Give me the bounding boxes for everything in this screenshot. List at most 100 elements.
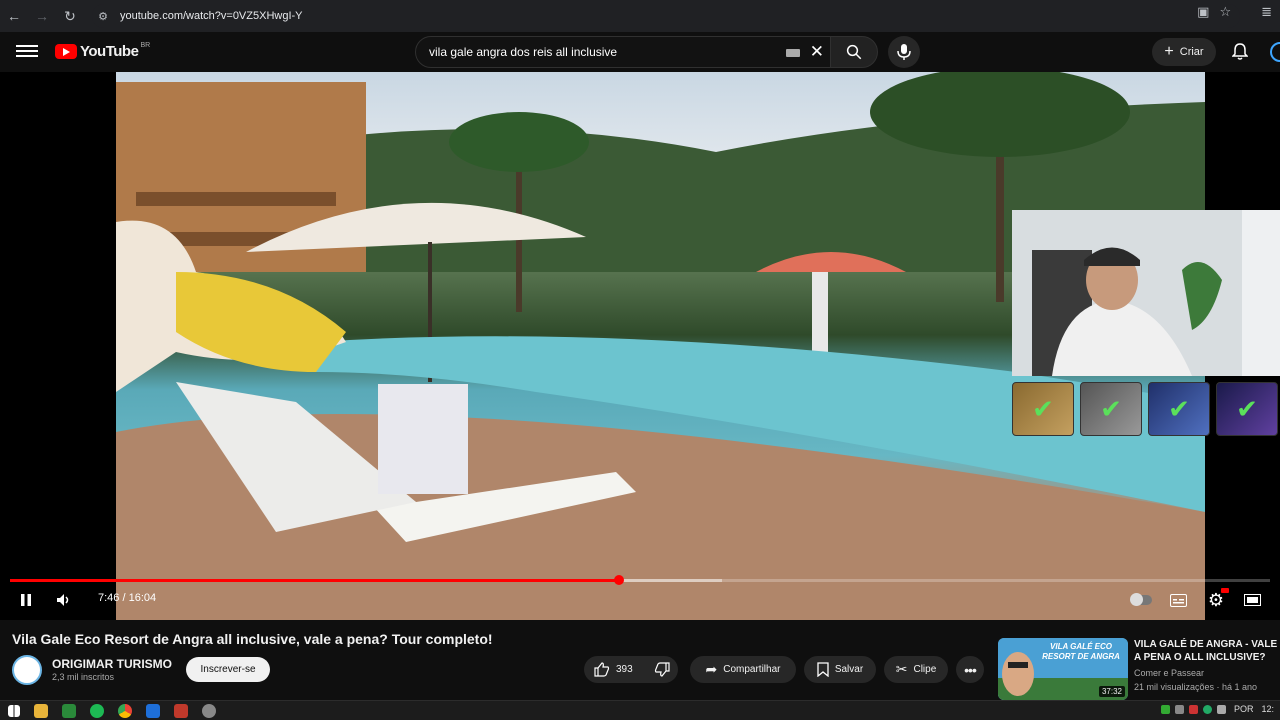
recommended-thumbnail[interactable]: VILA GALÉ ECO RESORT DE ANGRA 37:32 — [998, 638, 1128, 700]
plus-icon: + — [1164, 43, 1174, 60]
tray-app-icon[interactable] — [1174, 704, 1184, 714]
tray-app-icon[interactable] — [1188, 704, 1198, 714]
spotify-icon[interactable] — [90, 703, 104, 718]
youtube-play-icon — [55, 44, 77, 59]
played-bar — [10, 579, 620, 582]
reading-list-icon[interactable]: ≣ — [1261, 4, 1272, 20]
channel-avatar[interactable] — [12, 655, 42, 685]
chrome-icon[interactable] — [118, 703, 132, 718]
youtube-header: YouTube BR vila gale angra dos reis all … — [0, 32, 1280, 72]
more-horizontal-icon: ••• — [964, 661, 977, 678]
reload-icon[interactable]: ↻ — [56, 2, 84, 30]
search-icon — [846, 44, 862, 60]
hamburger-menu-icon[interactable] — [16, 42, 38, 62]
bookmark-icon — [817, 662, 829, 677]
checkmark-icon: ✔ — [1032, 393, 1054, 424]
volume-icon — [57, 594, 69, 606]
more-actions-button[interactable]: ••• — [956, 656, 984, 683]
search-button[interactable] — [830, 36, 878, 68]
language-indicator[interactable]: POR — [1234, 704, 1254, 714]
app-icon-4[interactable] — [202, 703, 216, 718]
time-separator: / — [122, 592, 126, 604]
voice-search-button[interactable] — [888, 36, 920, 68]
overlay-thumb-2: ✔ — [1080, 382, 1142, 436]
checkmark-icon: ✔ — [1100, 393, 1122, 424]
webcam-overlay — [1012, 210, 1280, 376]
recommended-title[interactable]: VILA GALÉ DE ANGRA - VALE A PENA O ALL I… — [1134, 638, 1280, 664]
time-display: 7:46 / 16:04 — [98, 592, 156, 604]
url-text: youtube.com/watch?v=0VZ5XHwgI-Y — [120, 10, 303, 22]
site-info-icon[interactable]: ⚙ — [92, 10, 114, 23]
search-input[interactable]: vila gale angra dos reis all inclusive ✕ — [415, 36, 837, 68]
recommended-channel[interactable]: Comer e Passear — [1134, 668, 1204, 678]
volume-button[interactable] — [54, 588, 74, 612]
tray-app-icon[interactable] — [1216, 704, 1226, 714]
theater-mode-button[interactable] — [1242, 588, 1262, 612]
thumbs-up-icon — [594, 662, 610, 677]
scissors-icon: ✂ — [895, 661, 908, 677]
youtube-logo[interactable]: YouTube BR — [55, 42, 151, 60]
video-title: Vila Gale Eco Resort de Angra all inclus… — [12, 631, 493, 647]
clear-search-icon[interactable]: ✕ — [810, 42, 824, 62]
share-icon: ➦ — [705, 661, 718, 677]
checkmark-icon: ✔ — [1168, 393, 1190, 424]
browser-toolbar: ← → ↻ ⚙ youtube.com/watch?v=0VZ5XHwgI-Y … — [0, 0, 1280, 32]
app-icon-3[interactable] — [174, 703, 188, 718]
windows-start-icon[interactable] — [8, 704, 20, 717]
tray-app-icon[interactable] — [1160, 704, 1170, 714]
back-icon[interactable]: ← — [0, 2, 28, 30]
forward-icon[interactable]: → — [28, 2, 56, 30]
microphone-icon — [897, 44, 911, 60]
clock[interactable]: 12: — [1261, 704, 1274, 714]
recommended-duration: 37:32 — [1098, 686, 1125, 697]
recommended-thumb-text: VILA GALÉ ECO RESORT DE ANGRA — [1042, 642, 1120, 661]
like-button[interactable]: 393 — [594, 662, 633, 677]
autoplay-toggle[interactable] — [1128, 588, 1154, 612]
country-code: BR — [140, 42, 151, 49]
tray-app-icon[interactable] — [1202, 704, 1212, 714]
system-tray: POR 12: — [1160, 704, 1274, 714]
save-label: Salvar — [834, 664, 864, 675]
current-time: 7:46 — [98, 592, 120, 604]
clip-button[interactable]: ✂ Clipe — [884, 656, 948, 683]
tray-icons[interactable] — [1160, 704, 1226, 714]
pause-icon — [21, 594, 31, 606]
theater-mode-icon — [1243, 594, 1261, 606]
account-avatar[interactable] — [1270, 42, 1280, 62]
checkmark-icon: ✔ — [1236, 393, 1258, 424]
hd-badge — [1221, 588, 1229, 593]
notifications-bell-icon[interactable] — [1228, 40, 1252, 64]
save-button[interactable]: Salvar — [804, 656, 876, 683]
overlay-thumbnails: ✔ ✔ ✔ ✔ — [1012, 382, 1278, 436]
thumbs-down-icon — [654, 662, 670, 677]
overlay-thumb-1: ✔ — [1012, 382, 1074, 436]
app-icon-2[interactable] — [146, 703, 160, 718]
dislike-button[interactable] — [654, 662, 670, 680]
logo-text: YouTube — [80, 43, 139, 60]
subscribe-button[interactable]: Inscrever-se — [186, 657, 270, 682]
total-time: 16:04 — [128, 592, 157, 604]
file-explorer-icon[interactable] — [34, 703, 48, 718]
cast-icon[interactable]: ▣ — [1197, 4, 1209, 20]
clip-label: Clipe — [913, 664, 937, 675]
share-button[interactable]: ➦ Compartilhar — [690, 656, 796, 683]
address-bar[interactable]: ⚙ youtube.com/watch?v=0VZ5XHwgI-Y — [92, 4, 1240, 28]
channel-name[interactable]: ORIGIMAR TURISMO — [52, 657, 172, 671]
share-label: Compartilhar — [723, 664, 781, 675]
recommended-meta: 21 mil visualizações · há 1 ano — [1134, 682, 1258, 692]
app-icon[interactable] — [62, 703, 76, 718]
progress-bar[interactable] — [10, 575, 1270, 585]
settings-button[interactable]: ⚙ — [1205, 588, 1229, 612]
like-dislike-group: 393 — [584, 656, 678, 683]
video-player[interactable]: ✔ ✔ ✔ ✔ 7:46 / 16:04 ⚙ — [0, 72, 1280, 620]
keyboard-icon[interactable] — [786, 49, 800, 57]
overlay-thumb-4: ✔ — [1216, 382, 1278, 436]
subtitles-icon — [1169, 593, 1187, 607]
pause-button[interactable] — [16, 588, 36, 612]
overlay-thumb-3: ✔ — [1148, 382, 1210, 436]
like-count: 393 — [616, 664, 633, 675]
create-button[interactable]: + Criar — [1152, 38, 1216, 66]
windows-taskbar: POR 12: — [0, 700, 1280, 720]
subtitles-button[interactable] — [1168, 588, 1188, 612]
bookmark-star-icon[interactable]: ☆ — [1219, 4, 1231, 20]
